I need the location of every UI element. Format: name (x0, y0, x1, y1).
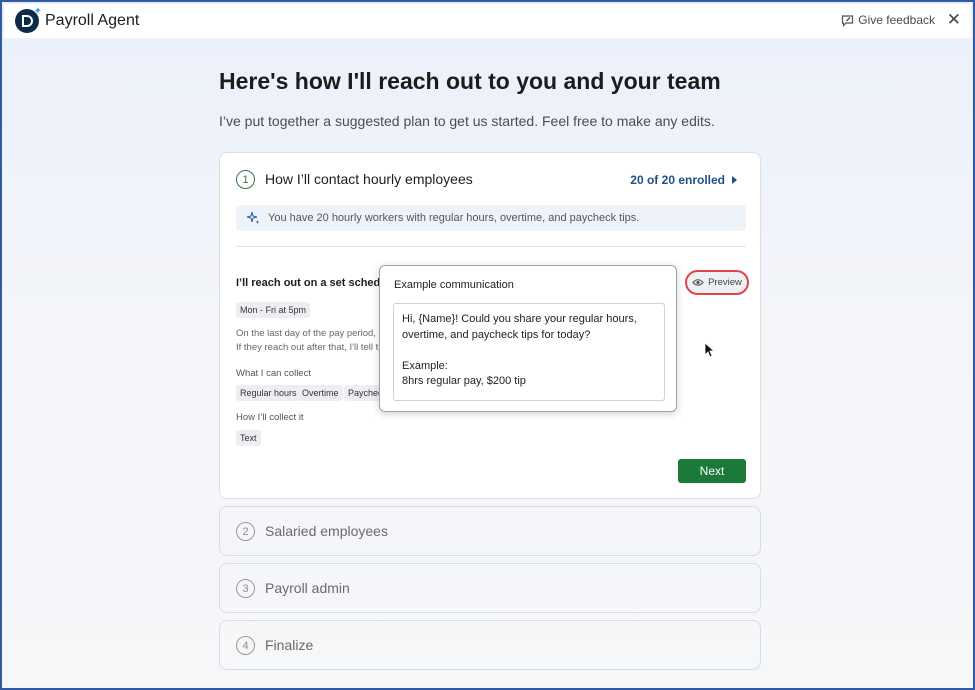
next-button[interactable]: Next (678, 459, 746, 483)
enrolled-count: 20 of 20 enrolled (630, 173, 725, 187)
example-communication-popover: Example communication Hi, {Name}! Could … (379, 265, 677, 412)
example-message-box: Hi, {Name}! Could you share your regular… (393, 303, 665, 401)
app-window: ✦ Payroll Agent Give feedback ✕ Here's h… (0, 0, 975, 690)
message-line-2: overtime, and paycheck tips for today? (402, 328, 591, 341)
chevron-right-icon (732, 176, 737, 184)
collect-label: What I can collect (236, 368, 311, 379)
collect-chips-clip: Regular hours Overtime Paycheck tips (236, 383, 381, 403)
close-icon[interactable]: ✕ (947, 10, 961, 30)
description-line-1: On the last day of the pay period, I'll (236, 328, 381, 339)
message-line-3: Example: (402, 359, 448, 372)
info-banner-text: You have 20 hourly workers with regular … (268, 212, 640, 224)
step-card-finalize[interactable]: 4 Finalize (219, 620, 761, 670)
schedule-chip: Mon - Fri at 5pm (236, 302, 311, 318)
chip-regular-hours: Regular hours (236, 385, 301, 401)
enrolled-link[interactable]: 20 of 20 enrolled (630, 173, 738, 187)
step-title-payroll-admin: Payroll admin (265, 580, 350, 596)
description-line-2: If they reach out after that, I'll tell … (236, 342, 381, 353)
step-number-3: 3 (236, 579, 255, 598)
step-number-1: 1 (236, 170, 255, 189)
chip-paycheck-tips: Paycheck tips (344, 385, 381, 401)
chip-overtime: Overtime (298, 385, 343, 401)
sparkle-icon (246, 211, 260, 224)
eye-icon (692, 279, 704, 286)
chip-text: Text (236, 430, 261, 446)
logo-sparkle-icon: ✦ (33, 6, 42, 17)
mouse-cursor-icon (704, 342, 716, 358)
step-number-2: 2 (236, 522, 255, 541)
message-line-1: Hi, {Name}! Could you share your regular… (402, 313, 637, 325)
schedule-title-clip: I’ll reach out on a set schedule (236, 271, 381, 291)
step-number-4: 4 (236, 636, 255, 655)
step-title-finalize: Finalize (265, 637, 314, 653)
step-title-hourly: How I’ll contact hourly employees (265, 171, 473, 187)
step-card-salaried[interactable]: 2 Salaried employees (219, 506, 761, 556)
top-bar: ✦ Payroll Agent Give feedback ✕ (4, 4, 971, 38)
divider (236, 246, 746, 247)
step-card-payroll-admin[interactable]: 3 Payroll admin (219, 563, 761, 613)
logo-mark-icon (22, 15, 33, 27)
app-title: Payroll Agent (45, 12, 140, 29)
message-line-4: 8hrs regular pay, $200 tip (402, 375, 526, 387)
preview-button[interactable]: Preview (685, 270, 749, 295)
preview-label: Preview (708, 277, 742, 288)
feedback-icon (842, 14, 854, 27)
give-feedback-button[interactable]: Give feedback (841, 13, 935, 27)
step-title-salaried: Salaried employees (265, 523, 388, 539)
info-banner: You have 20 hourly workers with regular … (236, 205, 746, 231)
page-subtitle: I’ve put together a suggested plan to ge… (219, 113, 715, 129)
schedule-title: I’ll reach out on a set schedule (236, 277, 381, 289)
method-label: How I’ll collect it (236, 412, 304, 423)
page-title: Here's how I'll reach out to you and you… (219, 68, 721, 94)
payroll-agent-logo: ✦ (15, 6, 42, 33)
popover-title: Example communication (394, 279, 514, 291)
give-feedback-label: Give feedback (858, 13, 935, 27)
description-clip: On the last day of the pay period, I'll … (236, 326, 381, 356)
